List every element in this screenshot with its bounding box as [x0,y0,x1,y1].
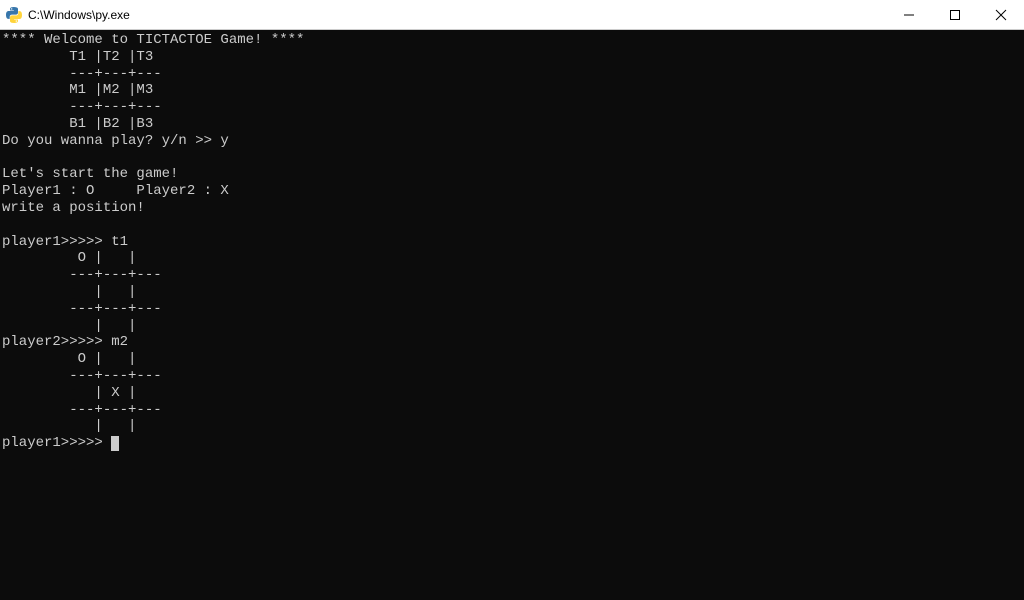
minimize-icon [904,10,914,20]
window-controls [886,0,1024,29]
console-output[interactable]: **** Welcome to TICTACTOE Game! **** T1 … [0,30,1024,600]
close-button[interactable] [978,0,1024,30]
minimize-button[interactable] [886,0,932,30]
text-cursor [111,436,119,451]
console-text: **** Welcome to TICTACTOE Game! **** T1 … [2,32,304,451]
window-title: C:\Windows\py.exe [28,8,130,22]
maximize-button[interactable] [932,0,978,30]
title-bar: C:\Windows\py.exe [0,0,1024,30]
python-icon [6,7,22,23]
title-left: C:\Windows\py.exe [0,7,130,23]
maximize-icon [950,10,960,20]
close-icon [995,9,1007,21]
